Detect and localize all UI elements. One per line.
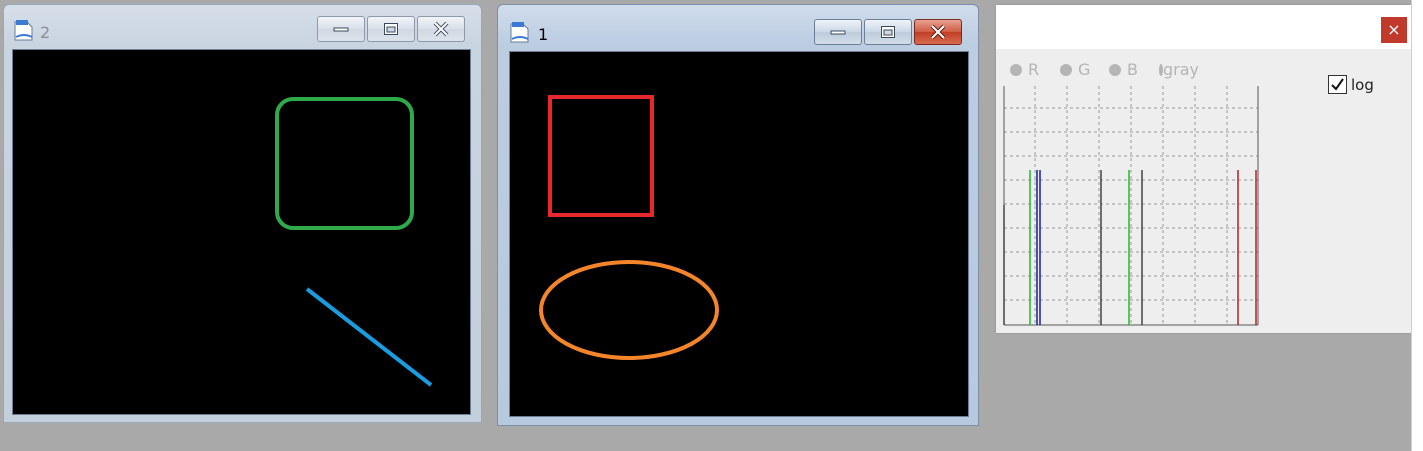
minimize-icon: [830, 30, 846, 35]
window-title: 2: [40, 23, 51, 42]
canvas-1-drawing: [539, 95, 719, 360]
maximize-icon: [881, 26, 895, 38]
radio-gray[interactable]: gray: [1159, 60, 1199, 79]
document-icon: [510, 22, 529, 43]
window-2[interactable]: 2: [3, 4, 482, 423]
histogram-plot: [1003, 86, 1259, 326]
radio-r[interactable]: R: [1010, 60, 1039, 79]
red-rectangle: [548, 95, 654, 217]
maximize-button[interactable]: [864, 19, 912, 45]
close-button[interactable]: [417, 16, 465, 42]
histogram-window[interactable]: × R G B gray log: [996, 5, 1411, 333]
document-icon: [14, 20, 33, 41]
blue-line: [305, 287, 433, 387]
window-2-titlebar[interactable]: 2: [4, 5, 481, 49]
radio-label: G: [1078, 60, 1091, 79]
close-button[interactable]: [914, 19, 962, 45]
radio-g[interactable]: G: [1060, 60, 1090, 79]
radio-label: gray: [1162, 60, 1199, 79]
close-icon: [930, 24, 946, 40]
plot-grid: [1004, 86, 1258, 325]
checkmark-icon: [1331, 78, 1344, 91]
window-1-titlebar[interactable]: 1: [498, 5, 978, 49]
green-rounded-square: [275, 97, 414, 230]
window-title: 1: [538, 25, 549, 44]
histogram-close-button[interactable]: ×: [1381, 17, 1407, 43]
close-icon: [433, 21, 449, 37]
minimize-button[interactable]: [317, 16, 365, 42]
radio-icon: [1109, 63, 1121, 76]
radio-label: R: [1028, 60, 1040, 79]
orange-ellipse: [539, 260, 719, 360]
radio-icon: [1060, 63, 1072, 76]
radio-label: B: [1127, 60, 1138, 79]
maximize-icon: [384, 23, 398, 35]
log-label: log: [1351, 76, 1374, 94]
canvas-2-drawing: [275, 97, 433, 387]
background-window-edge: [1411, 0, 1423, 451]
image-canvas-1[interactable]: [509, 51, 969, 417]
minimize-icon: [333, 27, 349, 32]
maximize-button[interactable]: [367, 16, 415, 42]
histogram-header: [996, 5, 1411, 49]
radio-icon: [1010, 63, 1022, 76]
minimize-button[interactable]: [814, 19, 862, 45]
image-canvas-2[interactable]: [12, 49, 471, 415]
window-1[interactable]: 1: [497, 4, 979, 426]
radio-b[interactable]: B: [1109, 60, 1138, 79]
log-checkbox[interactable]: [1328, 75, 1347, 94]
